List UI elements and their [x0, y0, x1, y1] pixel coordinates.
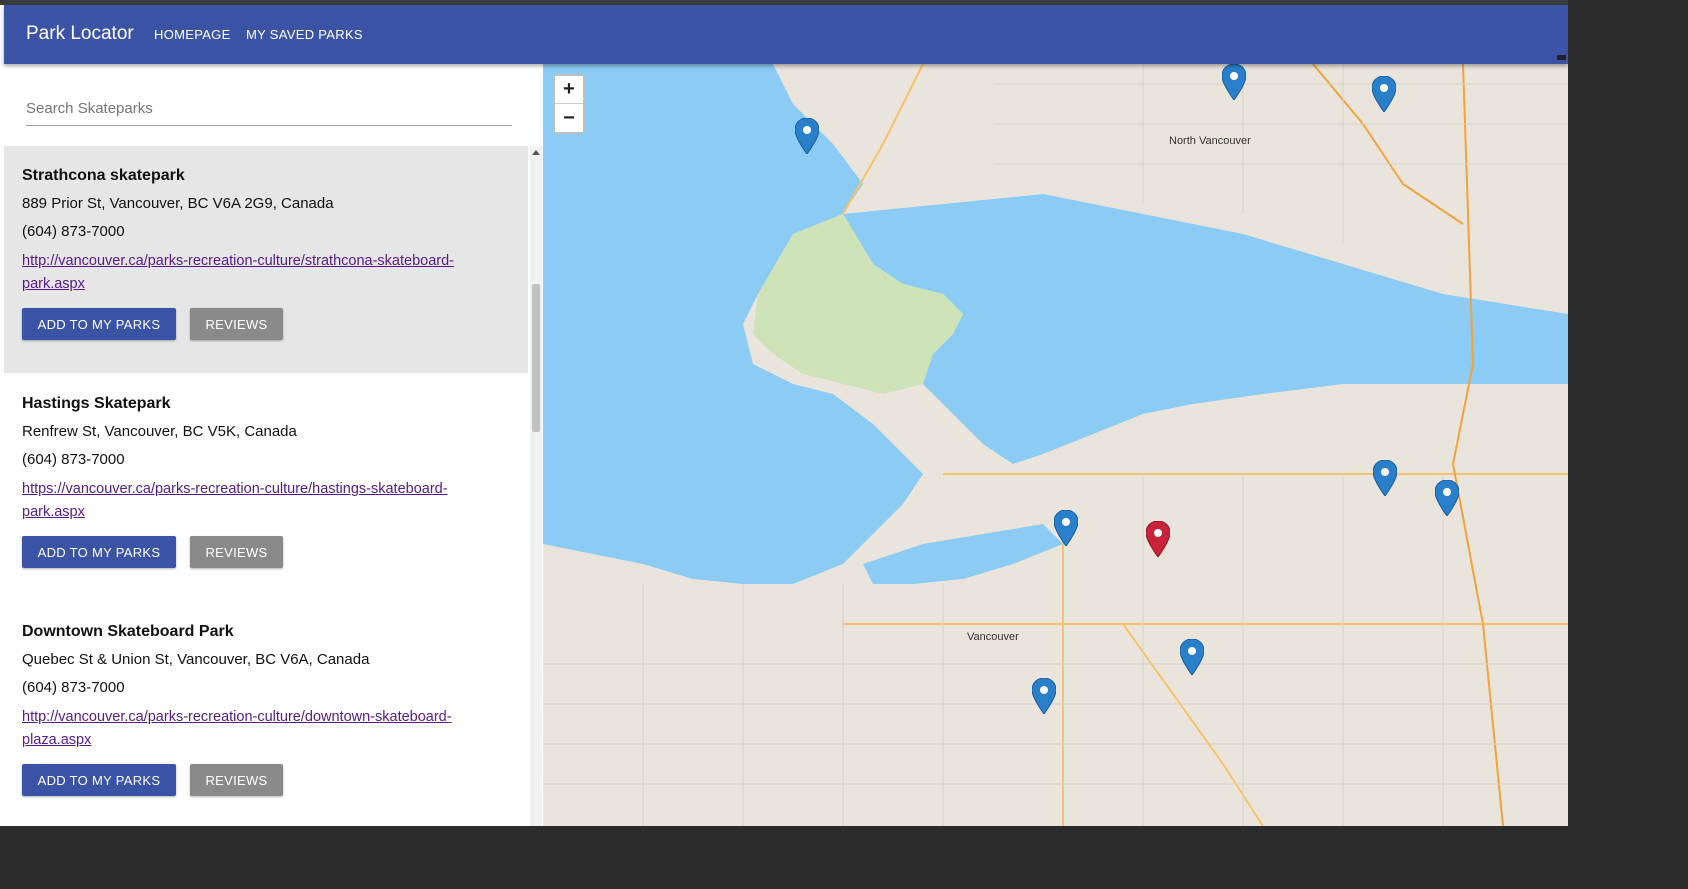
park-card-strathcona[interactable]: Strathcona skatepark 889 Prior St, Vanco…: [4, 146, 528, 373]
map-marker-icon[interactable]: [1032, 678, 1056, 714]
park-website-link[interactable]: http://vancouver.ca/parks-recreation-cul…: [22, 706, 492, 752]
park-locator-app: Park Locator HOMEPAGE MY SAVED PARKS Str…: [0, 0, 1568, 826]
map-view[interactable]: + − North Vancouver Vancouver: [543, 64, 1568, 826]
park-list: Strathcona skatepark 889 Prior St, Vanco…: [4, 146, 528, 826]
park-address: Renfrew St, Vancouver, BC V5K, Canada: [22, 423, 297, 440]
map-marker-icon[interactable]: [1435, 480, 1459, 516]
park-name: Strathcona skatepark: [22, 167, 185, 184]
reviews-button[interactable]: REVIEWS: [190, 764, 283, 796]
map-marker-icon[interactable]: [1372, 76, 1396, 112]
menu-handle-icon: [1557, 55, 1566, 60]
sidebar: Strathcona skatepark 889 Prior St, Vanco…: [4, 64, 543, 826]
map-label-north-vancouver: North Vancouver: [1169, 135, 1251, 147]
park-website-link[interactable]: http://vancouver.ca/parks-recreation-cul…: [22, 250, 492, 296]
zoom-control: + −: [553, 74, 585, 134]
scrollbar-thumb[interactable]: [532, 284, 540, 432]
map-marker-icon[interactable]: [795, 118, 819, 154]
add-to-my-parks-button[interactable]: ADD TO MY PARKS: [22, 764, 176, 796]
park-name: Hastings Skatepark: [22, 395, 171, 412]
map-marker-icon[interactable]: [1180, 639, 1204, 675]
map-marker-icon[interactable]: [1054, 510, 1078, 546]
list-scrollbar[interactable]: [530, 146, 542, 826]
zoom-in-button[interactable]: +: [555, 76, 583, 104]
park-address: Quebec St & Union St, Vancouver, BC V6A,…: [22, 651, 370, 668]
reviews-button[interactable]: REVIEWS: [190, 308, 283, 340]
zoom-out-button[interactable]: −: [555, 104, 583, 132]
park-website-link[interactable]: https://vancouver.ca/parks-recreation-cu…: [22, 478, 492, 524]
selected-map-marker-icon[interactable]: [1146, 521, 1170, 557]
reviews-button[interactable]: REVIEWS: [190, 536, 283, 568]
nav-link-my-saved-parks[interactable]: MY SAVED PARKS: [246, 27, 363, 42]
map-marker-icon[interactable]: [1222, 64, 1246, 100]
park-card-downtown[interactable]: Downtown Skateboard Park Quebec St & Uni…: [4, 602, 528, 826]
add-to-my-parks-button[interactable]: ADD TO MY PARKS: [22, 308, 176, 340]
nav-link-homepage[interactable]: HOMEPAGE: [154, 27, 231, 42]
add-to-my-parks-button[interactable]: ADD TO MY PARKS: [22, 536, 176, 568]
park-card-hastings[interactable]: Hastings Skatepark Renfrew St, Vancouver…: [4, 374, 528, 601]
park-address: 889 Prior St, Vancouver, BC V6A 2G9, Can…: [22, 195, 334, 212]
navbar: Park Locator HOMEPAGE MY SAVED PARKS: [4, 5, 1568, 64]
map-marker-icon[interactable]: [1373, 460, 1397, 496]
brand-title[interactable]: Park Locator: [26, 23, 134, 45]
scroll-up-arrow-icon[interactable]: [532, 150, 540, 155]
park-name: Downtown Skateboard Park: [22, 623, 234, 640]
search-field: [26, 100, 512, 126]
park-phone: (604) 873-7000: [22, 451, 125, 468]
search-input[interactable]: [26, 100, 512, 117]
park-phone: (604) 873-7000: [22, 223, 125, 240]
map-label-vancouver: Vancouver: [967, 631, 1019, 643]
park-phone: (604) 873-7000: [22, 679, 125, 696]
